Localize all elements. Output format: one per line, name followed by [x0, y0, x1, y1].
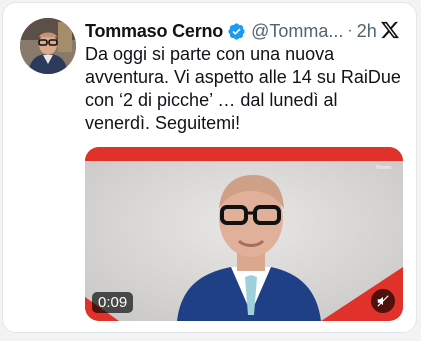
- avatar[interactable]: [20, 18, 76, 74]
- promo-label: Promo: [376, 165, 391, 171]
- video-player[interactable]: Promo 0:09: [85, 147, 403, 321]
- verified-badge-icon: [227, 22, 246, 41]
- author-handle[interactable]: @Tomma...: [251, 21, 343, 42]
- tweet-timestamp[interactable]: 2h: [357, 21, 377, 42]
- tweet-text: Da oggi si parte con una nuova avventura…: [85, 44, 401, 133]
- x-logo-icon[interactable]: [380, 20, 400, 45]
- separator-dot: ·: [347, 22, 353, 39]
- mute-icon[interactable]: [371, 289, 395, 313]
- video-duration: 0:09: [92, 292, 134, 313]
- tweet-header: Tommaso Cerno @Tomma... · 2h: [85, 17, 406, 45]
- author-name[interactable]: Tommaso Cerno: [85, 21, 223, 42]
- tweet-card[interactable]: Tommaso Cerno @Tomma... · 2h Da oggi si …: [2, 2, 417, 333]
